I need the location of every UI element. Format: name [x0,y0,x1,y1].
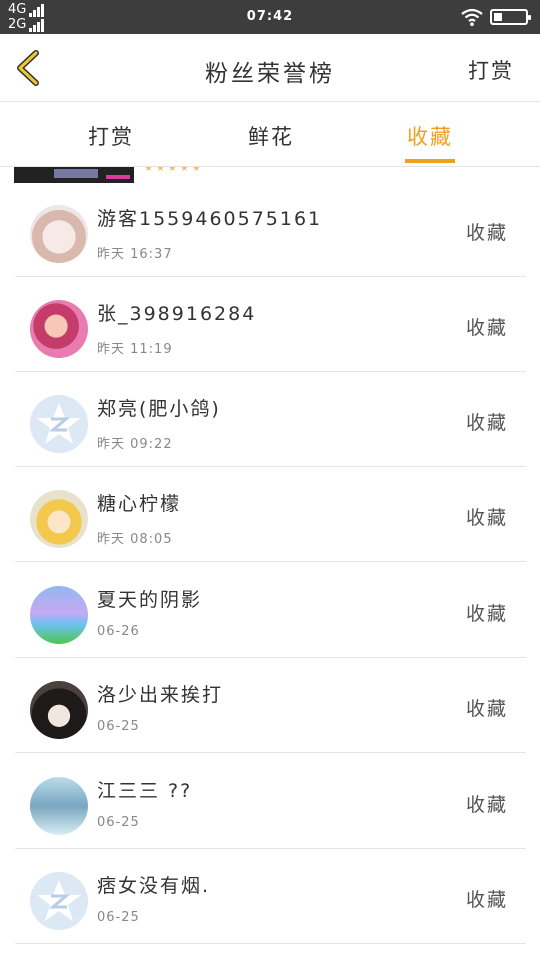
action-label: 收藏 [465,412,508,434]
reward-button[interactable]: 打赏 [468,55,514,85]
action-label: 收藏 [465,794,508,816]
tab-bar: 打赏 鲜花 收藏 [0,103,540,167]
battery-icon [490,9,531,25]
avatar[interactable] [30,681,88,739]
user-name: 郑亮(肥小鸽) [97,398,221,420]
timestamp: 昨天 16:37 [97,247,173,262]
user-name: 痞女没有烟. [97,875,211,897]
action-label: 收藏 [465,222,508,244]
list-item[interactable]: 洛少出来挨打 06-25 收藏 [0,658,540,753]
timestamp: 昨天 09:22 [97,437,173,452]
avatar[interactable] [30,872,88,930]
list-item[interactable]: 糖心柠檬 昨天 08:05 收藏 [0,467,540,562]
user-name: 洛少出来挨打 [97,684,224,706]
avatar[interactable] [30,395,88,453]
action-label: 收藏 [465,317,508,339]
tab-reward[interactable]: 打赏 [88,121,134,151]
avatar[interactable] [30,490,88,548]
status-bar: 4G 2G 07:42 [0,0,540,34]
page-title: 粉丝荣誉榜 [205,61,335,87]
fan-list: ★★★★★ 游客1559460575161 昨天 16:37 收藏 张_3989… [0,167,540,960]
divider [15,752,526,753]
list-item[interactable]: 游客1559460575161 昨天 16:37 收藏 [0,182,540,277]
partial-rating-icon: ★★★★★ [144,167,204,174]
avatar[interactable] [30,300,88,358]
wifi-icon [461,8,483,26]
list-item[interactable]: 痞女没有烟. 06-25 收藏 [0,849,540,944]
timestamp: 昨天 11:19 [97,342,173,357]
list-item[interactable]: 江三三 ?? 06-25 收藏 [0,754,540,849]
default-avatar-icon [37,880,81,921]
top-bar: 粉丝荣誉榜 打赏 [0,34,540,102]
action-label: 收藏 [465,889,508,911]
timestamp: 06-26 [97,624,140,639]
divider [15,561,526,562]
timestamp: 昨天 08:05 [97,532,173,547]
user-name: 糖心柠檬 [97,493,182,515]
action-label: 收藏 [465,507,508,529]
tab-flowers[interactable]: 鲜花 [248,121,294,151]
list-item[interactable]: 夏天的阴影 06-26 收藏 [0,563,540,658]
user-name: 夏天的阴影 [97,589,203,611]
list-item[interactable]: 郑亮(肥小鸽) 昨天 09:22 收藏 [0,372,540,467]
user-name: 游客1559460575161 [97,208,323,230]
divider [15,943,526,944]
action-label: 收藏 [465,603,508,625]
avatar[interactable] [30,586,88,644]
partial-banner-image [14,167,134,183]
list-item[interactable]: 张_398916284 昨天 11:19 收藏 [0,277,540,372]
active-tab-indicator [405,159,455,163]
user-name: 江三三 ?? [97,780,193,802]
timestamp: 06-25 [97,815,140,830]
status-time: 07:42 [246,9,294,24]
avatar[interactable] [30,205,88,263]
timestamp: 06-25 [97,719,140,734]
timestamp: 06-25 [97,910,140,925]
tab-favorites[interactable]: 收藏 [407,121,453,151]
avatar[interactable] [30,777,88,835]
action-label: 收藏 [465,698,508,720]
user-name: 张_398916284 [97,303,257,325]
default-avatar-icon [37,403,81,444]
